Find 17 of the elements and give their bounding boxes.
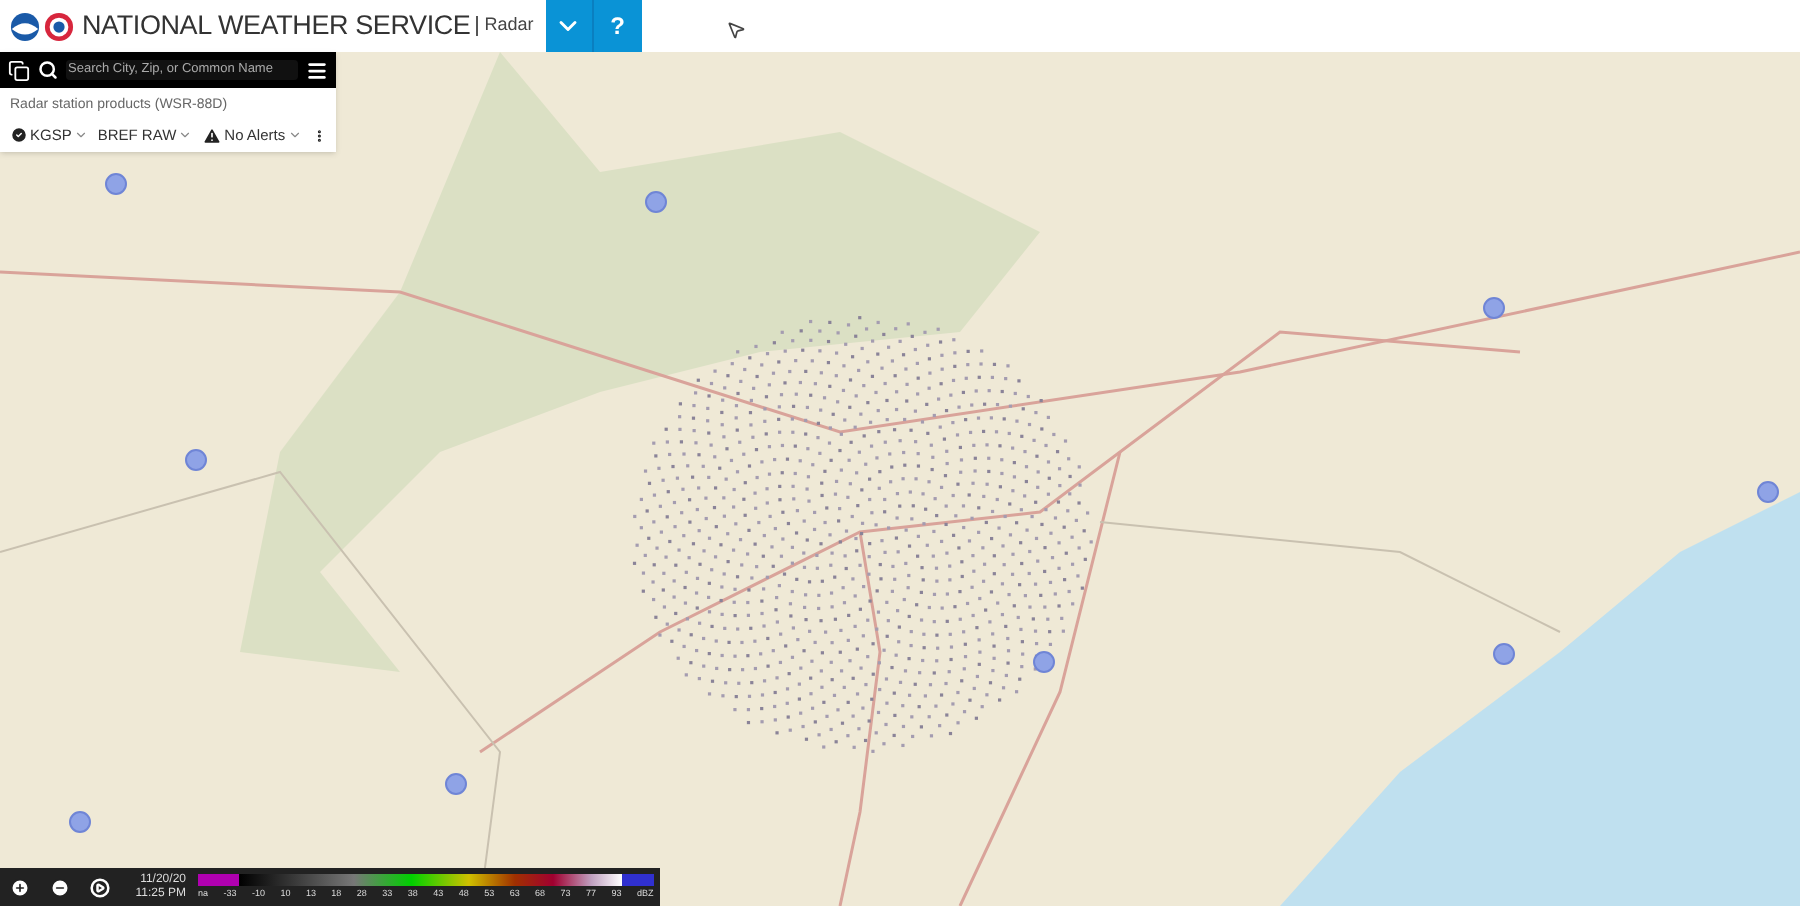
page-subtitle: Radar [484,12,534,39]
chevron-down-icon [178,128,193,143]
chevron-down-icon [73,128,88,143]
zoom-in-icon[interactable] [10,877,30,897]
layers-icon[interactable] [8,59,30,81]
nws-logo-icon [44,11,74,41]
mouse-cursor-icon [725,19,746,39]
search-icon [38,60,58,80]
noaa-logo-icon [10,11,40,41]
site-title: NATIONAL WEATHER SERVICE [82,7,471,44]
menu-dropdown-button[interactable] [545,0,594,52]
play-icon[interactable] [90,877,110,897]
menu-icon[interactable] [306,59,328,81]
chevron-down-icon [287,128,302,143]
check-circle-icon [10,126,28,145]
zoom-out-icon[interactable] [50,877,70,897]
warning-icon [202,125,223,146]
